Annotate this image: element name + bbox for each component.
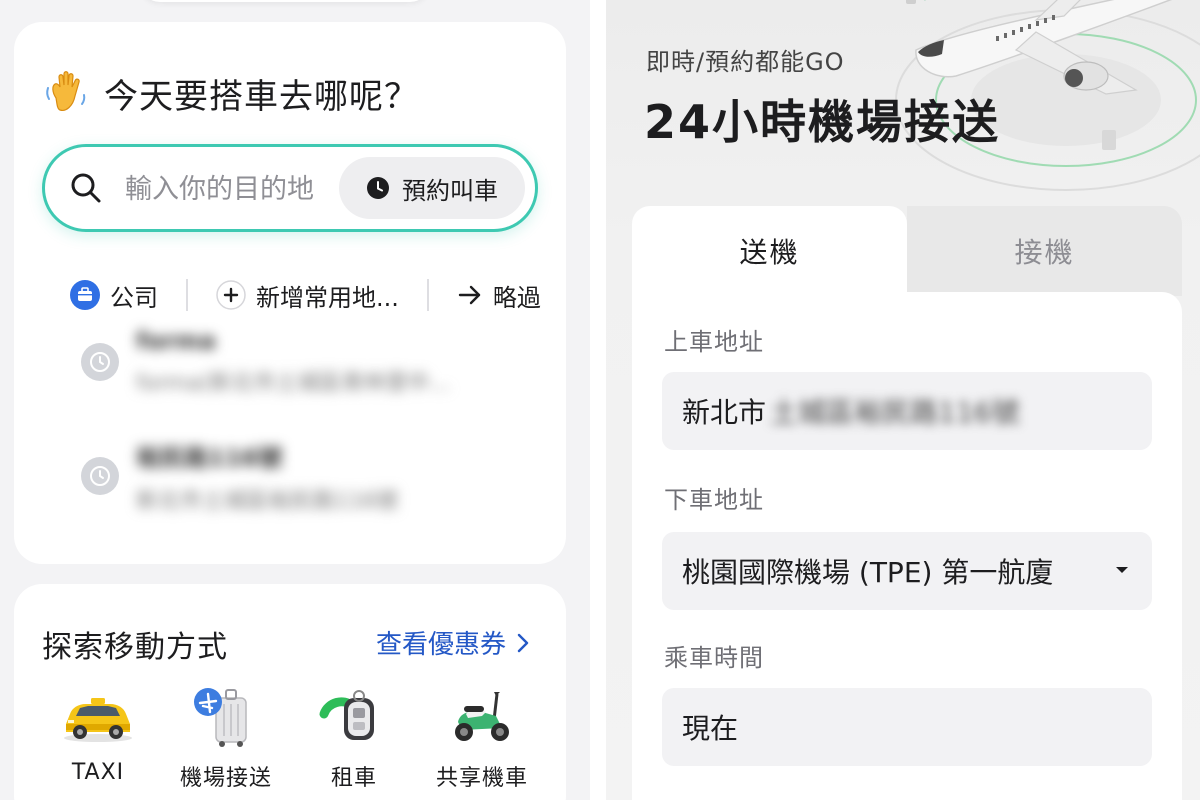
chevron-right-icon xyxy=(517,633,529,652)
pickup-address-field[interactable]: 新北市 土城區裕民路116號 xyxy=(662,372,1152,450)
mode-rental-label: 租車 xyxy=(330,766,377,791)
divider xyxy=(426,279,429,311)
car-key-icon xyxy=(319,690,374,740)
scooter-icon xyxy=(455,692,509,741)
briefcase-icon xyxy=(70,280,100,310)
transfer-tabs: 送機 接機 xyxy=(632,206,1182,296)
recent-place-text: forma forma(新北市土城區青林里中... xyxy=(136,327,450,397)
mode-airport-label: 機場接送 xyxy=(179,766,272,791)
add-saved-place[interactable]: 新增常用地... xyxy=(216,278,399,313)
plus-circle-icon xyxy=(216,280,246,310)
recent-place-title: 裕民路116號 xyxy=(136,443,283,472)
pickup-address-city: 新北市 xyxy=(682,396,767,429)
destination-card: 今天要搭車去哪呢？ 預約叫車 xyxy=(14,22,566,564)
mode-rental[interactable]: 租車 xyxy=(292,684,416,800)
top-sheet-edge xyxy=(140,0,430,2)
greeting-text: 今天要搭車去哪呢？ xyxy=(104,76,419,117)
greeting-row: 今天要搭車去哪呢？ xyxy=(42,68,419,118)
mode-scooter-label: 共享機車 xyxy=(435,766,528,791)
explore-title: 探索移動方式 xyxy=(42,630,228,665)
dropoff-address-select[interactable]: 桃園國際機場 (TPE) 第一航廈 xyxy=(662,532,1152,610)
explore-card: 探索移動方式 查看優惠券 TAXI 機場接送 租車 共享機車 xyxy=(14,584,566,800)
ride-home-screen: 今天要搭車去哪呢？ 預約叫車 xyxy=(0,0,590,800)
mode-taxi[interactable]: TAXI xyxy=(36,684,160,800)
mode-taxi-label: TAXI xyxy=(71,760,125,785)
transfer-form: 上車地址 新北市 土城區裕民路116號 下車地址 桃園國際機場 (TPE) 第一… xyxy=(632,292,1182,800)
recent-place-address: 新北市土城區裕民路116號 xyxy=(136,488,398,514)
reserve-ride-button[interactable]: 預約叫車 xyxy=(339,157,525,219)
history-clock-icon xyxy=(81,343,119,381)
pickup-address-label: 上車地址 xyxy=(664,328,764,356)
destination-input[interactable] xyxy=(125,167,321,211)
recent-place-address: forma(新北市土城區青林里中... xyxy=(136,371,451,396)
saved-places-row: 公司 新增常用地... 略過 xyxy=(70,272,580,318)
tab-pickup[interactable]: 接機 xyxy=(907,206,1182,296)
add-saved-place-label: 新增常用地... xyxy=(256,283,399,312)
airport-transfer-screen: 即時/預約都能GO 24小時機場接送 送機 接機 上車地址 新北市 土城區裕民路… xyxy=(606,0,1200,800)
view-coupons-link[interactable]: 查看優惠券 xyxy=(376,624,530,661)
waving-hand-icon xyxy=(46,71,86,111)
mode-airport[interactable]: 機場接送 xyxy=(164,684,288,800)
recent-place-title: forma xyxy=(136,327,216,355)
arrow-right-icon xyxy=(458,285,481,305)
search-icon xyxy=(71,173,101,203)
hero-title: 24小時機場接送 xyxy=(644,95,1001,149)
history-clock-icon xyxy=(81,457,119,495)
destination-search-bar[interactable]: 預約叫車 xyxy=(42,144,538,232)
reserve-ride-label: 預約叫車 xyxy=(402,176,498,205)
hero-subtitle: 即時/預約都能GO xyxy=(646,48,845,76)
view-coupons-label: 查看優惠券 xyxy=(375,630,506,660)
dropoff-address-label: 下車地址 xyxy=(664,486,764,514)
saved-place-company[interactable]: 公司 xyxy=(70,278,158,313)
airport-luggage-icon xyxy=(194,688,247,747)
mode-scooter[interactable]: 共享機車 xyxy=(420,684,544,800)
ride-time-field[interactable]: 現在 xyxy=(662,688,1152,766)
skip-button[interactable]: 略過 xyxy=(457,278,541,313)
recent-place-item[interactable]: forma forma(新北市土城區青林里中... xyxy=(80,322,560,402)
tab-dropoff[interactable]: 送機 xyxy=(632,206,907,296)
ride-time-value: 現在 xyxy=(682,712,739,745)
divider xyxy=(186,279,188,311)
caret-down-icon xyxy=(1116,567,1128,573)
clock-icon xyxy=(367,177,389,199)
skip-label: 略過 xyxy=(492,283,541,312)
taxi-icon xyxy=(64,698,132,742)
recent-place-item[interactable]: 裕民路116號 新北市土城區裕民路116號 xyxy=(80,436,560,516)
pickup-address-detail: 土城區裕民路116號 xyxy=(770,396,1020,429)
dropoff-address-value: 桃園國際機場 (TPE) 第一航廈 xyxy=(682,556,1054,589)
ride-time-label: 乘車時間 xyxy=(664,644,764,672)
saved-place-company-label: 公司 xyxy=(110,283,158,312)
recent-place-text: 裕民路116號 新北市土城區裕民路116號 xyxy=(136,438,398,515)
transport-modes: TAXI 機場接送 租車 共享機車 xyxy=(36,684,544,800)
